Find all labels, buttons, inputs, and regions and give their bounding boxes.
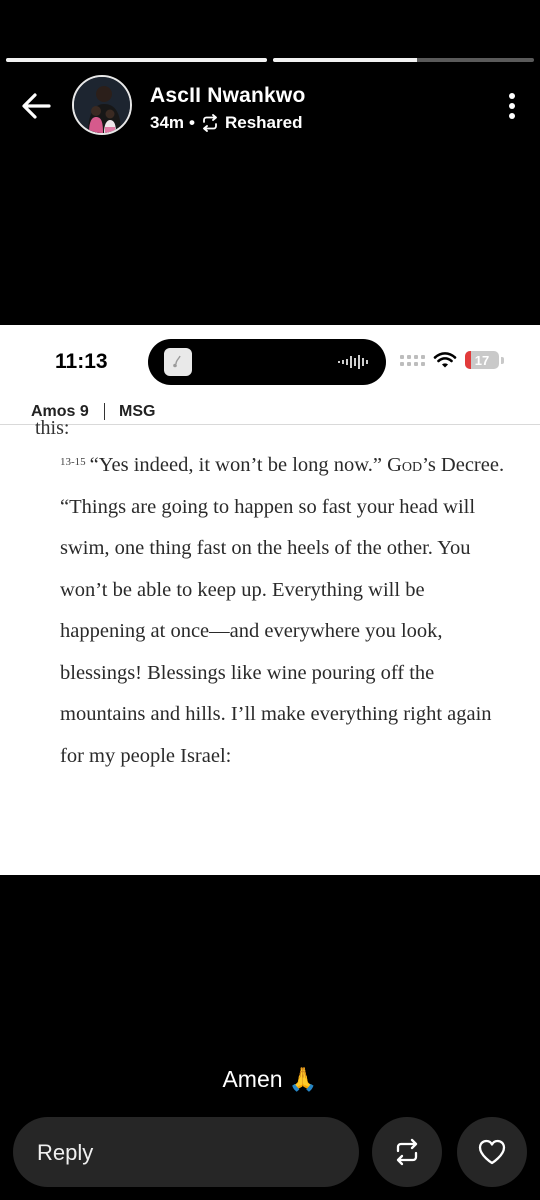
verse-text-part-1: “Yes indeed, it won’t be long now.” G — [89, 454, 402, 476]
verse-paragraph-1: 13-15 “Yes indeed, it won’t be long now.”… — [35, 442, 510, 487]
repost-button[interactable] — [372, 1117, 442, 1187]
wifi-icon — [433, 352, 457, 368]
battery-icon: 17 — [465, 351, 499, 369]
like-button[interactable] — [457, 1117, 527, 1187]
audio-waveform-icon — [338, 355, 368, 369]
author-name[interactable]: AscII Nwankwo — [150, 84, 305, 108]
cellular-signal-icon — [400, 354, 425, 366]
story-progress-segment-2 — [273, 58, 534, 62]
story-progress-fill-1 — [6, 58, 267, 62]
verse-text-part-2: ’s Decree. — [422, 454, 505, 476]
arrow-left-icon — [22, 93, 51, 119]
repost-icon — [201, 114, 219, 132]
reshared-label: Reshared — [224, 113, 303, 132]
avatar-photo — [74, 77, 130, 133]
more-vertical-icon-dot — [509, 113, 515, 119]
status-icons: 17 — [400, 351, 504, 369]
more-vertical-icon-dot — [509, 103, 515, 109]
cropped-previous-line: this: — [35, 417, 70, 439]
story-progress-segment-1 — [6, 58, 267, 62]
meta-separator: • — [189, 113, 195, 132]
post-meta: 34m • Reshared — [150, 113, 302, 133]
more-options-button[interactable] — [504, 90, 520, 122]
reference-separator — [104, 403, 105, 420]
dynamic-island — [148, 339, 386, 385]
heart-outline-icon — [478, 1139, 506, 1165]
bible-reference-bar: Amos 9 MSG — [0, 401, 540, 425]
verse-number: 13-15 — [60, 456, 86, 468]
screenshot-status-time: 11:13 — [55, 350, 108, 373]
reply-input[interactable]: Reply — [13, 1117, 359, 1187]
music-note-icon — [164, 348, 192, 376]
more-vertical-icon-dot — [509, 93, 515, 99]
verse-paragraph-2: “Things are going to happen so fast your… — [60, 495, 492, 767]
shared-screenshot[interactable]: 11:13 17 Amos 9 MSG this: 13-15 “Yes ind… — [0, 325, 540, 875]
avatar[interactable] — [72, 75, 132, 135]
reply-placeholder: Reply — [37, 1140, 94, 1165]
story-progress-fill-2 — [273, 58, 417, 62]
battery-level — [465, 351, 471, 369]
story-progress — [6, 58, 534, 62]
screenshot-status-bar: 11:13 17 — [0, 325, 540, 397]
story-header: AscII Nwankwo 34m • Reshared — [0, 74, 540, 138]
time-ago: 34m — [150, 113, 185, 132]
bible-version: MSG — [119, 403, 156, 420]
verse-text-smallcaps: od — [401, 454, 423, 476]
back-button[interactable] — [18, 88, 54, 124]
repost-icon — [396, 1138, 418, 1166]
story-caption: Amen 🙏 — [222, 1066, 318, 1092]
battery-percentage: 17 — [474, 352, 490, 368]
scripture-text: 13-15 “Yes indeed, it won’t be long now.”… — [35, 442, 510, 777]
